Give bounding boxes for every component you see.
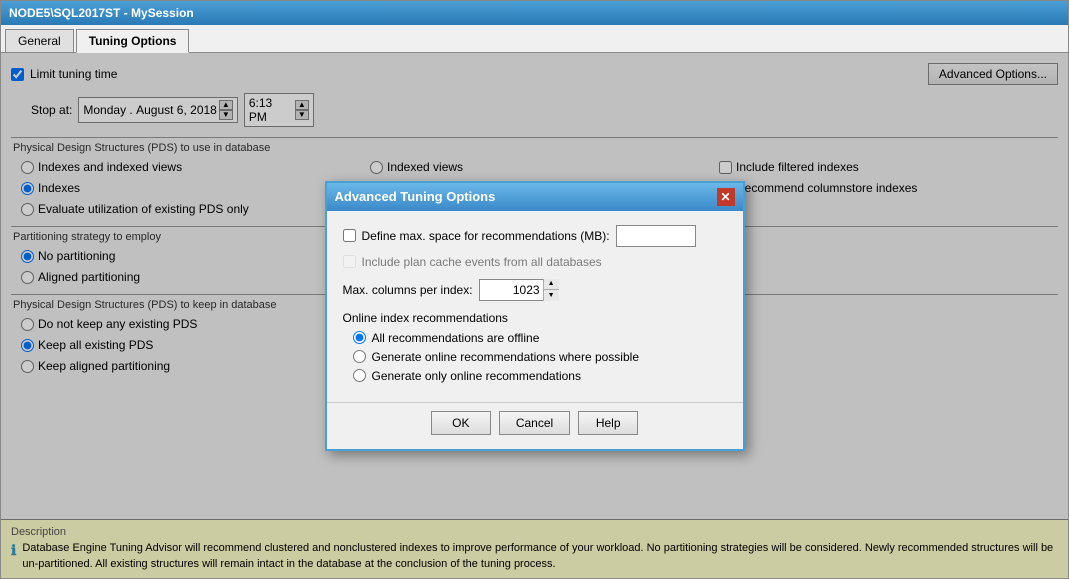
- tab-general[interactable]: General: [5, 29, 74, 52]
- modal-footer: OK Cancel Help: [327, 402, 743, 449]
- online-radio-2: Generate online recommendations where po…: [353, 350, 727, 364]
- include-plan-cache-checkbox: [343, 255, 356, 268]
- main-window: NODE5\SQL2017ST - MySession General Tuni…: [0, 0, 1069, 579]
- main-content: Limit tuning time Advanced Options... St…: [1, 53, 1068, 578]
- include-plan-cache-row: Include plan cache events from all datab…: [343, 255, 727, 269]
- include-plan-cache-label: Include plan cache events from all datab…: [362, 255, 602, 269]
- define-max-space-checkbox[interactable]: [343, 229, 356, 242]
- max-columns-down[interactable]: ▼: [544, 290, 559, 301]
- define-max-space-input[interactable]: [616, 225, 696, 247]
- ok-button[interactable]: OK: [431, 411, 491, 435]
- define-max-space-label: Define max. space for recommendations (M…: [362, 229, 610, 243]
- online-label-2: Generate online recommendations where po…: [372, 350, 640, 364]
- online-label-1: All recommendations are offline: [372, 331, 540, 345]
- online-section: Online index recommendations All recomme…: [343, 311, 727, 383]
- modal-title: Advanced Tuning Options: [335, 189, 496, 204]
- advanced-tuning-modal: Advanced Tuning Options ✕ Define max. sp…: [325, 181, 745, 451]
- online-section-label: Online index recommendations: [343, 311, 727, 325]
- define-max-space-row: Define max. space for recommendations (M…: [343, 225, 727, 247]
- cancel-button[interactable]: Cancel: [499, 411, 570, 435]
- online-radio-1: All recommendations are offline: [353, 331, 727, 345]
- generate-only-online-radio[interactable]: [353, 369, 366, 382]
- max-columns-label: Max. columns per index:: [343, 283, 473, 297]
- help-button[interactable]: Help: [578, 411, 638, 435]
- modal-overlay: Advanced Tuning Options ✕ Define max. sp…: [1, 53, 1068, 578]
- max-columns-row: Max. columns per index: ▲ ▼: [343, 279, 727, 301]
- max-columns-up[interactable]: ▲: [544, 279, 559, 291]
- generate-online-where-possible-radio[interactable]: [353, 350, 366, 363]
- max-columns-spinner-wrap: ▲ ▼: [479, 279, 559, 301]
- max-columns-arrows: ▲ ▼: [543, 279, 559, 301]
- modal-close-button[interactable]: ✕: [717, 188, 735, 206]
- modal-title-bar: Advanced Tuning Options ✕: [327, 183, 743, 211]
- online-label-3: Generate only online recommendations: [372, 369, 581, 383]
- title-bar: NODE5\SQL2017ST - MySession: [1, 1, 1068, 25]
- tab-tuning-options[interactable]: Tuning Options: [76, 29, 190, 53]
- online-radio-3: Generate only online recommendations: [353, 369, 727, 383]
- all-offline-radio[interactable]: [353, 331, 366, 344]
- tab-bar: General Tuning Options: [1, 25, 1068, 53]
- window-title: NODE5\SQL2017ST - MySession: [9, 6, 194, 20]
- modal-body: Define max. space for recommendations (M…: [327, 211, 743, 402]
